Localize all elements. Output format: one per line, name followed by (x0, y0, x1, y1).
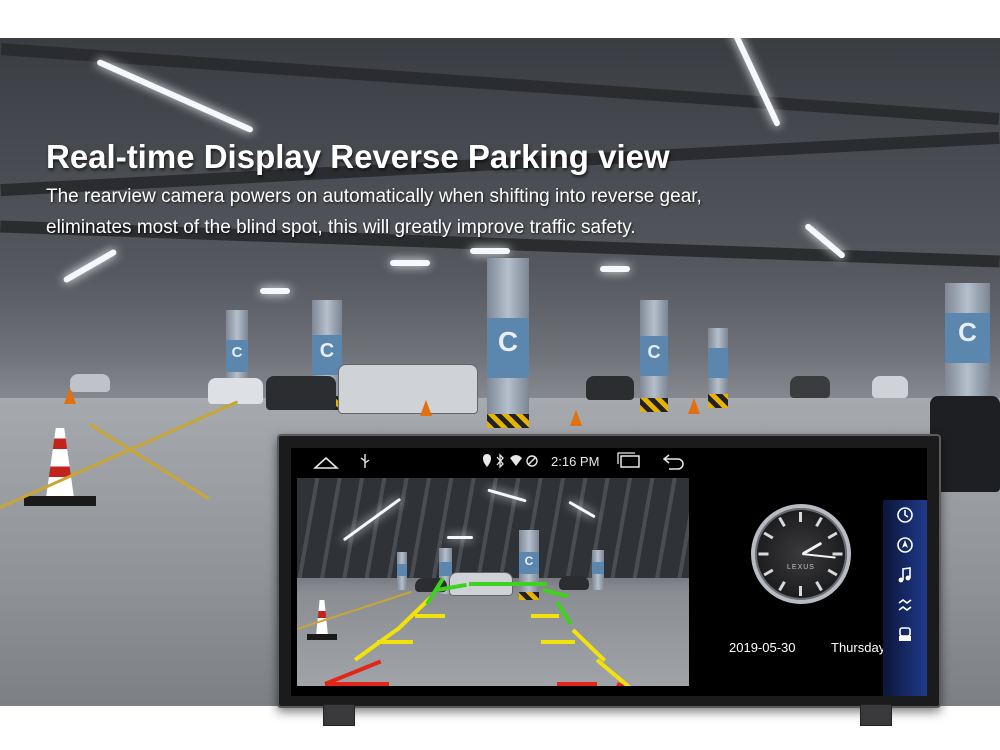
head-unit-screen: 2:16 PM C LEXUS 2019-05-30 Thursday (291, 448, 927, 696)
parked-car (872, 376, 908, 398)
guide-line-segment (571, 628, 607, 663)
status-time: 2:16 PM (551, 454, 600, 469)
home-icon[interactable] (312, 452, 340, 476)
concrete-pillar: C (487, 258, 529, 428)
camera-ceiling-light (447, 536, 473, 539)
parked-car (338, 364, 478, 414)
traffic-cone (420, 400, 432, 416)
ceiling-light (470, 248, 510, 254)
ceiling-light (260, 288, 290, 294)
ceiling-light (62, 248, 118, 284)
wifi-icon (509, 452, 523, 476)
usb-icon (359, 452, 371, 476)
connect-icon[interactable] (895, 596, 915, 616)
camera-pillar: C (519, 530, 539, 600)
parked-car (586, 376, 634, 400)
clock-brand: LEXUS (787, 564, 815, 571)
car-head-unit: 2:16 PM C LEXUS 2019-05-30 Thursday (277, 434, 941, 708)
parked-car (790, 376, 830, 398)
mount-bracket (860, 704, 892, 726)
analog-clock: LEXUS (751, 504, 851, 604)
clock-minute-hand (801, 553, 836, 559)
guide-line-segment (541, 640, 575, 644)
guide-line-segment (377, 640, 413, 644)
camera-pillar (592, 550, 604, 590)
music-icon[interactable] (895, 566, 915, 586)
navigation-icon[interactable] (895, 536, 915, 556)
traffic-cone (64, 388, 76, 404)
concrete-pillar: C (640, 300, 668, 412)
clock-icon[interactable] (895, 506, 915, 526)
clock-widget[interactable]: LEXUS 2019-05-30 Thursday (703, 478, 885, 686)
traffic-cone (688, 398, 700, 414)
traffic-cone (570, 410, 582, 426)
parked-car (70, 374, 110, 392)
guide-line-segment (353, 627, 399, 662)
guide-line-segment (531, 614, 559, 618)
car-settings-icon[interactable] (895, 626, 915, 646)
ceiling-light (390, 260, 430, 266)
parked-car (266, 376, 336, 410)
ceiling-light (729, 38, 781, 128)
guide-line-segment (557, 682, 597, 686)
no-signal-icon (525, 452, 539, 476)
app-sidebar (883, 500, 927, 696)
rearview-camera-view: C (297, 478, 689, 686)
clock-day: Thursday (831, 640, 886, 655)
back-icon[interactable] (661, 452, 685, 476)
guide-line-segment (507, 582, 547, 586)
guide-line-segment (469, 582, 509, 586)
clock-date: 2019-05-30 (729, 640, 796, 655)
ceiling-light (600, 266, 630, 272)
guide-line-segment (415, 614, 445, 618)
concrete-pillar (708, 328, 728, 408)
guide-line-segment (325, 682, 389, 686)
guide-line-segment (595, 658, 632, 686)
camera-parked-car (559, 576, 589, 590)
camera-pillar (397, 552, 407, 590)
mount-bracket (323, 704, 355, 726)
bluetooth-icon (495, 452, 505, 476)
recent-apps-icon[interactable] (617, 452, 641, 476)
headline-description-line: eliminates most of the blind spot, this … (46, 217, 636, 238)
location-icon (481, 452, 493, 476)
headline-title: Real-time Display Reverse Parking view (46, 138, 670, 175)
concrete-pillar: C (945, 283, 990, 403)
status-bar: 2:16 PM (291, 448, 927, 478)
headline-description-line: The rearview camera powers on automatica… (46, 186, 702, 207)
